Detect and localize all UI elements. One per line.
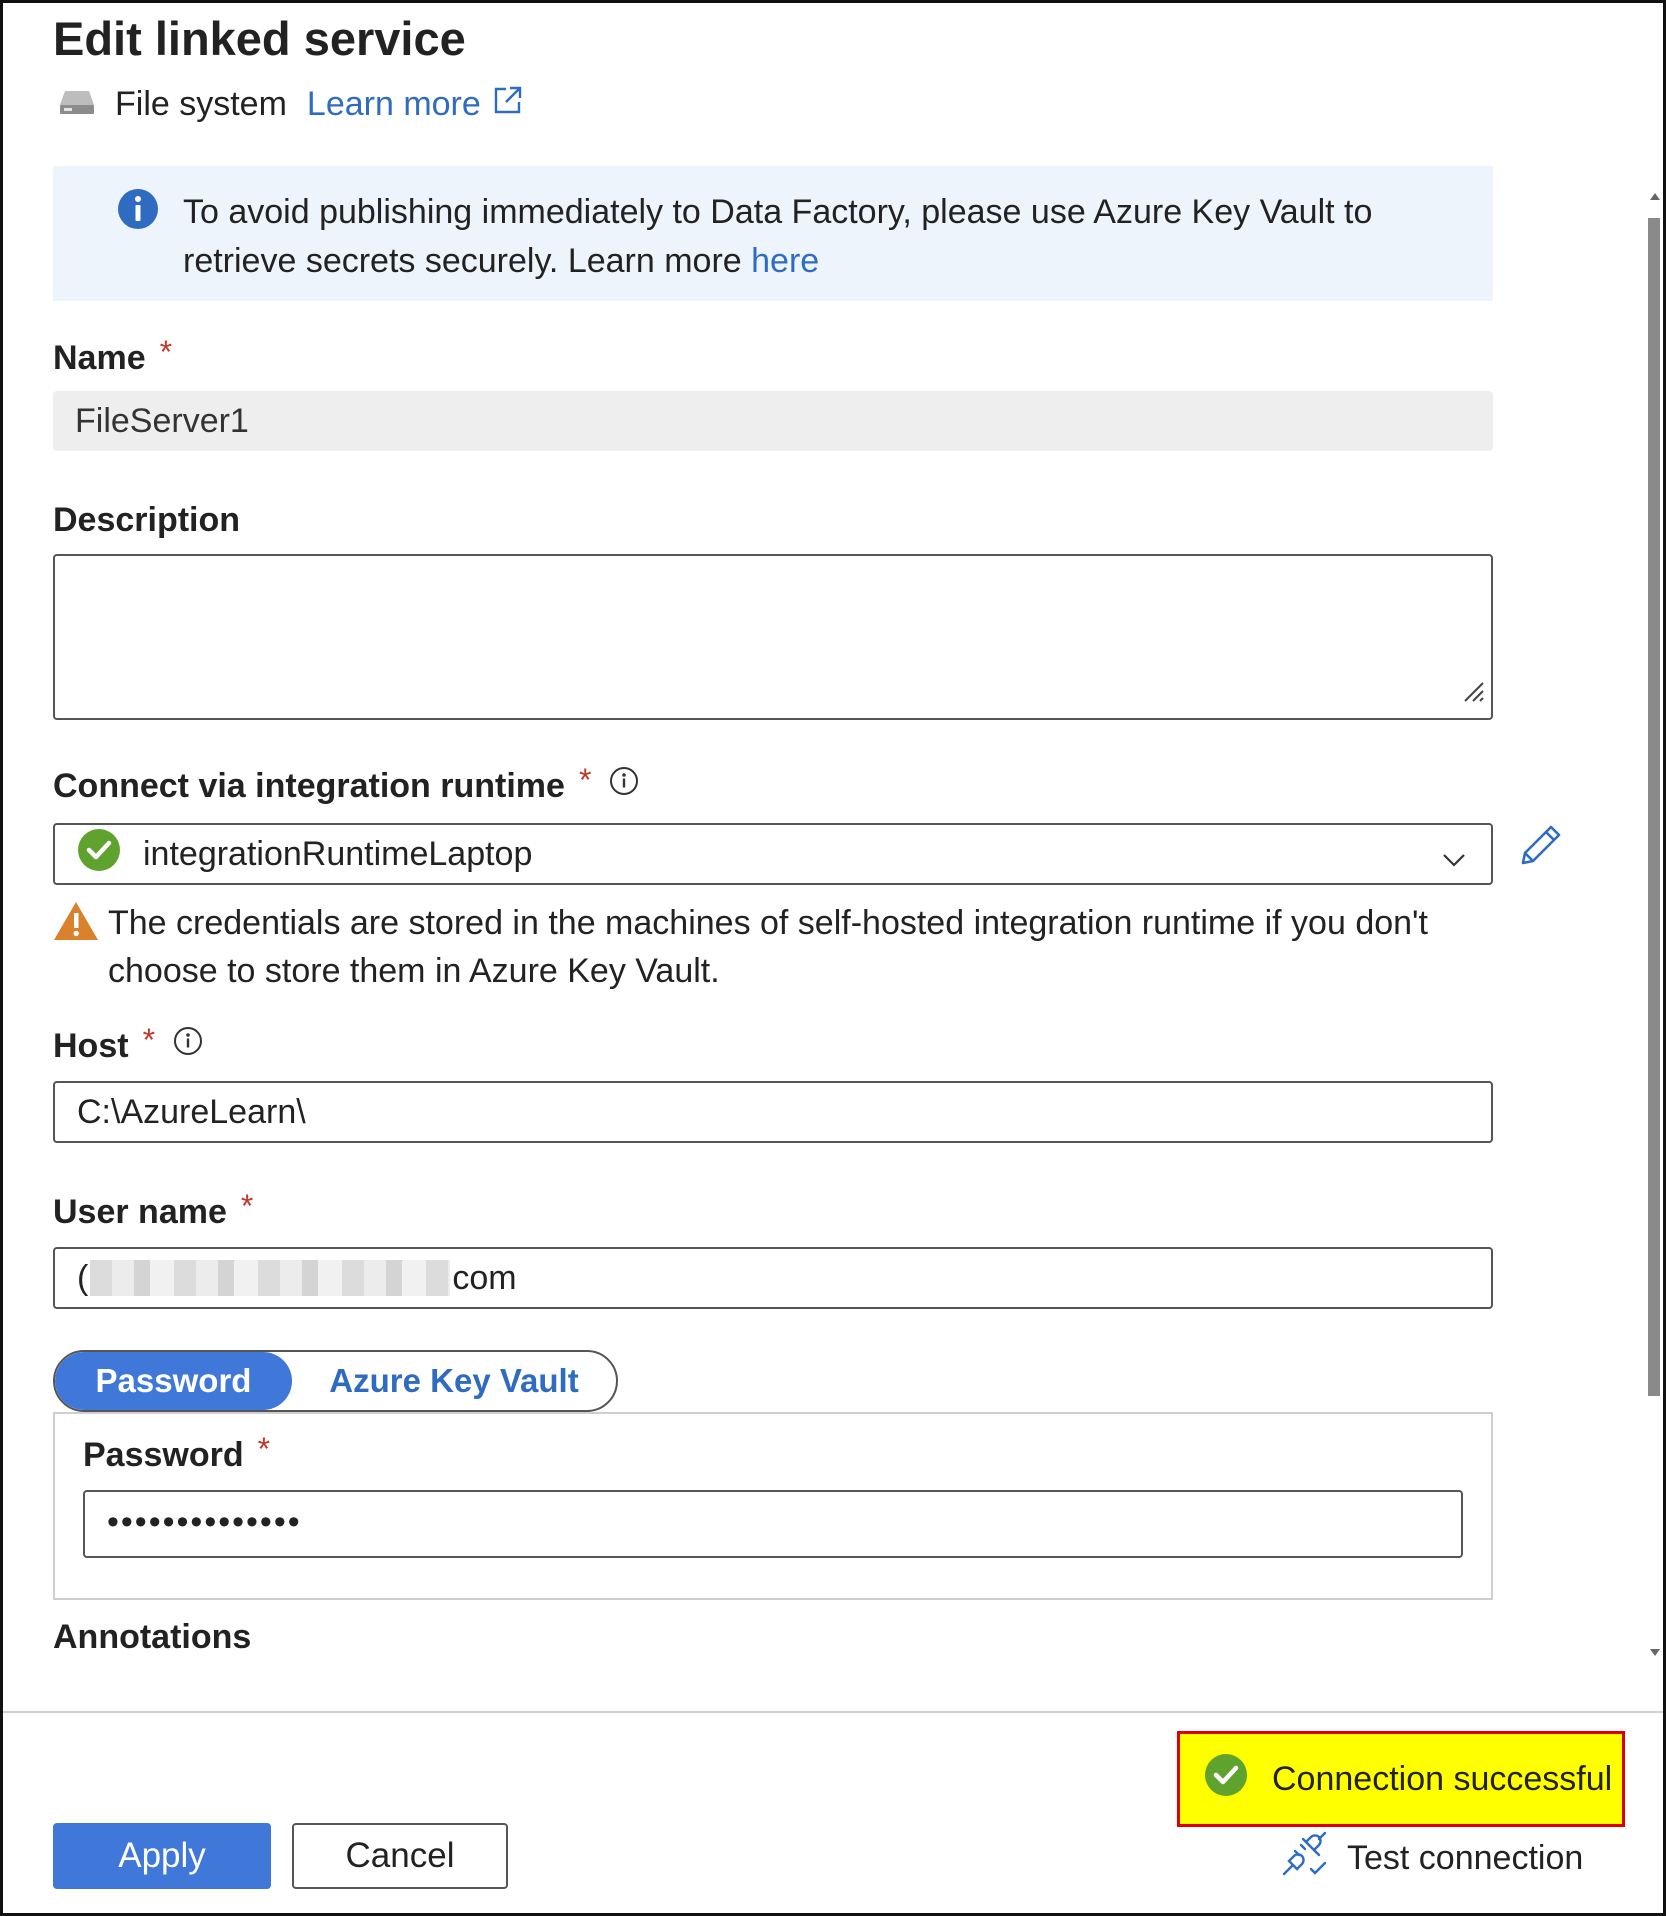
- file-system-icon: [59, 88, 95, 121]
- test-connection-label: Test connection: [1347, 1838, 1584, 1877]
- host-input[interactable]: C:\AzureLearn\: [53, 1081, 1493, 1143]
- user-name-label-row: User name *: [53, 1188, 253, 1232]
- connection-status-banner: Connection successful: [1177, 1731, 1625, 1827]
- scroll-up-icon[interactable]: [1649, 188, 1661, 206]
- password-masked-value: ••••••••••••••: [107, 1502, 302, 1541]
- user-name-prefix: (: [77, 1258, 89, 1297]
- name-input[interactable]: FileServer1: [53, 391, 1493, 451]
- required-asterisk: *: [142, 1022, 156, 1058]
- info-circle-icon[interactable]: [609, 766, 639, 796]
- footer-divider: [3, 1711, 1663, 1713]
- learn-more-label: Learn more: [306, 84, 481, 123]
- scrollbar-thumb[interactable]: [1648, 218, 1660, 1396]
- required-asterisk: *: [257, 1431, 271, 1467]
- service-type-row: File system Learn more: [59, 81, 523, 127]
- integration-runtime-value: integrationRuntimeLaptop: [143, 834, 533, 873]
- connection-status-text: Connection successful: [1272, 1759, 1613, 1798]
- toggle-azure-key-vault-option[interactable]: Azure Key Vault: [292, 1352, 616, 1410]
- description-textarea[interactable]: [53, 554, 1493, 720]
- redacted-block: [90, 1260, 451, 1296]
- password-label-row: Password *: [83, 1431, 270, 1475]
- plug-connection-icon: [1281, 1831, 1327, 1886]
- info-circle-icon[interactable]: [173, 1026, 203, 1056]
- description-label: Description: [53, 501, 241, 539]
- required-asterisk: *: [240, 1188, 254, 1224]
- user-name-input[interactable]: ( com: [53, 1247, 1493, 1309]
- check-circle-icon: [77, 828, 121, 881]
- info-banner-text: To avoid publishing immediately to Data …: [183, 188, 1463, 286]
- host-label-row: Host *: [53, 1022, 203, 1066]
- external-link-icon: [493, 85, 523, 124]
- required-asterisk: *: [159, 334, 173, 370]
- password-input[interactable]: ••••••••••••••: [83, 1490, 1463, 1558]
- warning-icon: [53, 900, 99, 947]
- learn-more-link[interactable]: Learn more: [307, 85, 523, 124]
- host-label: Host: [53, 1027, 129, 1065]
- edit-pencil-icon[interactable]: [1515, 821, 1565, 876]
- info-icon: [117, 188, 159, 235]
- annotations-label: Annotations: [53, 1618, 252, 1656]
- scroll-down-icon[interactable]: [1649, 1645, 1661, 1663]
- toggle-password-option[interactable]: Password: [55, 1352, 292, 1410]
- name-label: Name: [53, 339, 146, 377]
- integration-runtime-label-row: Connect via integration runtime *: [53, 762, 639, 806]
- service-type-label: File system: [115, 84, 287, 123]
- test-connection-button[interactable]: Test connection: [1281, 1831, 1584, 1886]
- cancel-button[interactable]: Cancel: [292, 1823, 508, 1889]
- chevron-down-icon: [1441, 843, 1467, 882]
- auth-type-toggle: Password Azure Key Vault: [53, 1350, 618, 1412]
- info-banner-here-link[interactable]: here: [751, 242, 819, 280]
- integration-runtime-label: Connect via integration runtime: [53, 767, 565, 805]
- resize-handle-icon[interactable]: [1459, 673, 1485, 712]
- credentials-warning-text: The credentials are stored in the machin…: [108, 904, 1428, 990]
- user-name-suffix: com: [452, 1258, 517, 1297]
- description-label-row: Description: [53, 501, 240, 540]
- page-title: Edit linked service: [53, 12, 466, 65]
- edit-linked-service-panel: Edit linked service File system Learn mo…: [0, 0, 1666, 1916]
- apply-button[interactable]: Apply: [53, 1823, 271, 1889]
- user-name-label: User name: [53, 1193, 227, 1231]
- password-label: Password: [83, 1436, 244, 1474]
- integration-runtime-select[interactable]: integrationRuntimeLaptop: [53, 823, 1493, 885]
- name-label-row: Name *: [53, 334, 172, 378]
- info-banner: To avoid publishing immediately to Data …: [53, 166, 1493, 301]
- password-panel: Password * ••••••••••••••: [53, 1412, 1493, 1600]
- required-asterisk: *: [578, 762, 592, 798]
- success-check-icon: [1204, 1753, 1248, 1806]
